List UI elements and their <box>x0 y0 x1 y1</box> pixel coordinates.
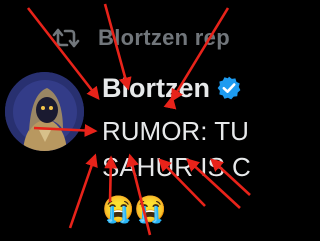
verified-badge-icon <box>216 75 242 101</box>
tweet-line-2: SAHUR IS C <box>102 152 251 182</box>
repost-icon <box>52 26 80 50</box>
repost-label[interactable]: Blortzen rep <box>98 25 230 51</box>
emoji-row: 😭😭 <box>102 194 167 224</box>
tweet-text: RUMOR: TU SAHUR IS C <box>102 113 253 193</box>
arrow <box>68 153 98 229</box>
tweet-line-1: RUMOR: TU <box>102 116 249 146</box>
author-row[interactable]: Blortzen <box>102 70 253 106</box>
repost-header[interactable]: Blortzen rep <box>52 22 253 54</box>
display-name[interactable]: Blortzen <box>102 73 210 104</box>
avatar[interactable] <box>5 72 84 151</box>
